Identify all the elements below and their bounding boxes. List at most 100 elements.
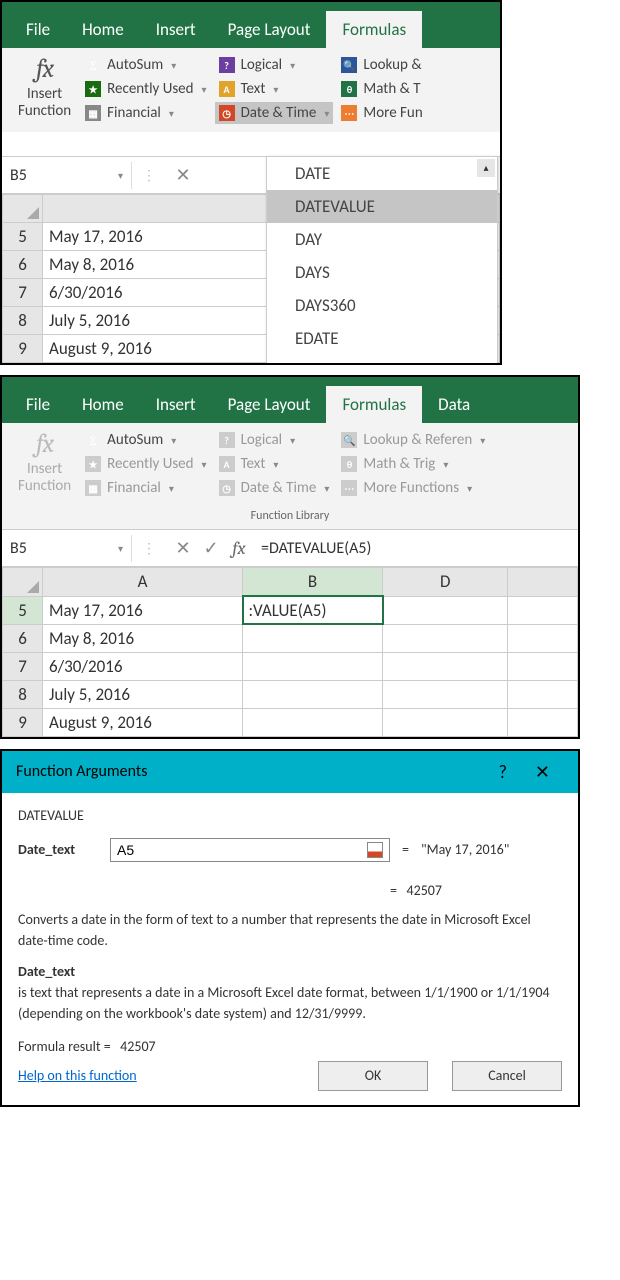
text-button[interactable]: AText▾ [219, 80, 330, 98]
cell[interactable] [383, 652, 508, 680]
row-header[interactable]: 9 [3, 335, 43, 363]
scroll-up-button[interactable]: ▴ [477, 159, 495, 177]
autosum-button[interactable]: ∑AutoSum▾ [85, 431, 206, 449]
formula-input[interactable]: =DATEVALUE(A5) [253, 535, 578, 562]
cell[interactable]: May 8, 2016 [43, 624, 243, 652]
row-header[interactable]: 5 [3, 223, 43, 251]
tab-pagelayout[interactable]: Page Layout [212, 11, 327, 48]
range-selector-icon[interactable] [367, 842, 383, 858]
dialog-title: Function Arguments [16, 762, 147, 781]
tab-insert[interactable]: Insert [140, 11, 212, 48]
tab-file[interactable]: File [10, 386, 66, 423]
row-header[interactable]: 6 [3, 624, 43, 652]
cell[interactable] [508, 680, 578, 708]
financial-button[interactable]: ▦Financial▾ [85, 104, 206, 122]
cell[interactable] [508, 708, 578, 736]
param-label: Date_text [18, 841, 98, 858]
autosum-button[interactable]: ∑AutoSum▾ [85, 56, 206, 74]
cell[interactable]: 6/30/2016 [43, 652, 243, 680]
tab-home[interactable]: Home [66, 11, 140, 48]
dropdown-item-date[interactable]: DATE [267, 157, 497, 190]
dropdown-item-edate[interactable]: EDATE [267, 322, 497, 355]
dropdown-item-eomonth[interactable]: EOMONTH [267, 355, 497, 365]
chevron-down-icon: ▾ [290, 59, 295, 72]
spreadsheet-grid[interactable]: A B D 5May 17, 2016:VALUE(A5) 6May 8, 20… [2, 567, 578, 737]
select-all-corner[interactable] [3, 195, 43, 223]
name-box[interactable]: B5▾ [2, 535, 132, 562]
enter-formula-button[interactable]: ✓ [197, 537, 225, 559]
chevron-down-icon: ▾ [324, 107, 329, 120]
col-header-a[interactable]: A [43, 568, 243, 597]
row-header[interactable]: 5 [3, 596, 43, 624]
financial-icon: ▦ [85, 105, 101, 121]
cell[interactable] [243, 708, 383, 736]
row-header[interactable]: 6 [3, 251, 43, 279]
cell[interactable] [383, 708, 508, 736]
chevron-down-icon: ▾ [202, 458, 207, 471]
ok-button[interactable]: OK [318, 1061, 428, 1091]
cell[interactable] [383, 624, 508, 652]
cell[interactable]: May 17, 2016 [43, 596, 243, 624]
tab-file[interactable]: File [10, 11, 66, 48]
select-all-corner[interactable] [3, 568, 43, 597]
function-description: Converts a date in the form of text to a… [18, 909, 562, 951]
math-button: θMath & Trig▾ [341, 455, 485, 473]
chevron-down-icon: ▾ [202, 83, 207, 96]
cell[interactable] [243, 624, 383, 652]
row-header[interactable]: 9 [3, 708, 43, 736]
tab-home[interactable]: Home [66, 386, 140, 423]
datetime-button[interactable]: ◷Date & Time▾ [215, 102, 334, 124]
tab-pagelayout[interactable]: Page Layout [212, 386, 327, 423]
tab-formulas[interactable]: Formulas [326, 11, 422, 48]
cell[interactable] [508, 652, 578, 680]
cell[interactable] [383, 596, 508, 624]
col-header-b[interactable]: B [243, 568, 383, 597]
cell-b5[interactable]: :VALUE(A5) [243, 596, 383, 624]
col-header-d[interactable]: D [383, 568, 508, 597]
tab-insert[interactable]: Insert [140, 386, 212, 423]
col-header[interactable] [508, 568, 578, 597]
cancel-formula-button[interactable]: ✕ [169, 537, 197, 559]
dropdown-item-days360[interactable]: DAYS360 [267, 289, 497, 322]
lookup-button[interactable]: 🔍Lookup & [341, 56, 422, 74]
date-text-field[interactable] [117, 842, 367, 858]
row-header[interactable]: 8 [3, 307, 43, 335]
more-functions-button[interactable]: ⋯More Fun [341, 104, 422, 122]
cancel-formula-button[interactable]: ✕ [169, 164, 197, 186]
ribbon: fx InsertFunction ∑AutoSum▾ ★Recently Us… [2, 423, 578, 507]
cancel-button[interactable]: Cancel [452, 1061, 562, 1091]
help-icon[interactable]: ? [485, 761, 521, 783]
cell[interactable]: August 9, 2016 [43, 708, 243, 736]
row-header[interactable]: 7 [3, 279, 43, 307]
recently-used-button[interactable]: ★Recently Used▾ [85, 80, 206, 98]
close-icon[interactable]: ✕ [521, 761, 564, 783]
logical-icon: ? [219, 57, 235, 73]
insert-function-button[interactable]: fx InsertFunction [10, 429, 79, 499]
dropdown-item-day[interactable]: DAY [267, 223, 497, 256]
cell[interactable] [508, 624, 578, 652]
clock-icon: ◷ [219, 480, 235, 496]
cell[interactable]: July 5, 2016 [43, 680, 243, 708]
tab-formulas[interactable]: Formulas [326, 386, 422, 423]
param-description: Date_text is text that represents a date… [18, 961, 562, 1024]
name-box[interactable]: B5▾ [2, 162, 132, 189]
help-link[interactable]: Help on this function [18, 1067, 137, 1084]
cell[interactable] [383, 680, 508, 708]
row-header[interactable]: 8 [3, 680, 43, 708]
tab-data[interactable]: Data [422, 386, 486, 423]
date-text-input[interactable] [110, 838, 390, 862]
dropdown-item-days[interactable]: DAYS [267, 256, 497, 289]
chevron-down-icon: ▾ [169, 107, 174, 120]
more-icon: ⋯ [341, 105, 357, 121]
logical-button[interactable]: ?Logical▾ [219, 56, 330, 74]
math-button[interactable]: θMath & T [341, 80, 422, 98]
cell[interactable] [243, 652, 383, 680]
chevron-down-icon: ▾ [273, 83, 278, 96]
insert-function-button[interactable]: fx InsertFunction [10, 54, 79, 124]
dropdown-item-datevalue[interactable]: DATEVALUE [267, 190, 497, 223]
cell[interactable] [243, 680, 383, 708]
insert-function-icon[interactable]: fx [225, 538, 253, 559]
cell[interactable] [508, 596, 578, 624]
row-header[interactable]: 7 [3, 652, 43, 680]
text-icon: A [219, 81, 235, 97]
